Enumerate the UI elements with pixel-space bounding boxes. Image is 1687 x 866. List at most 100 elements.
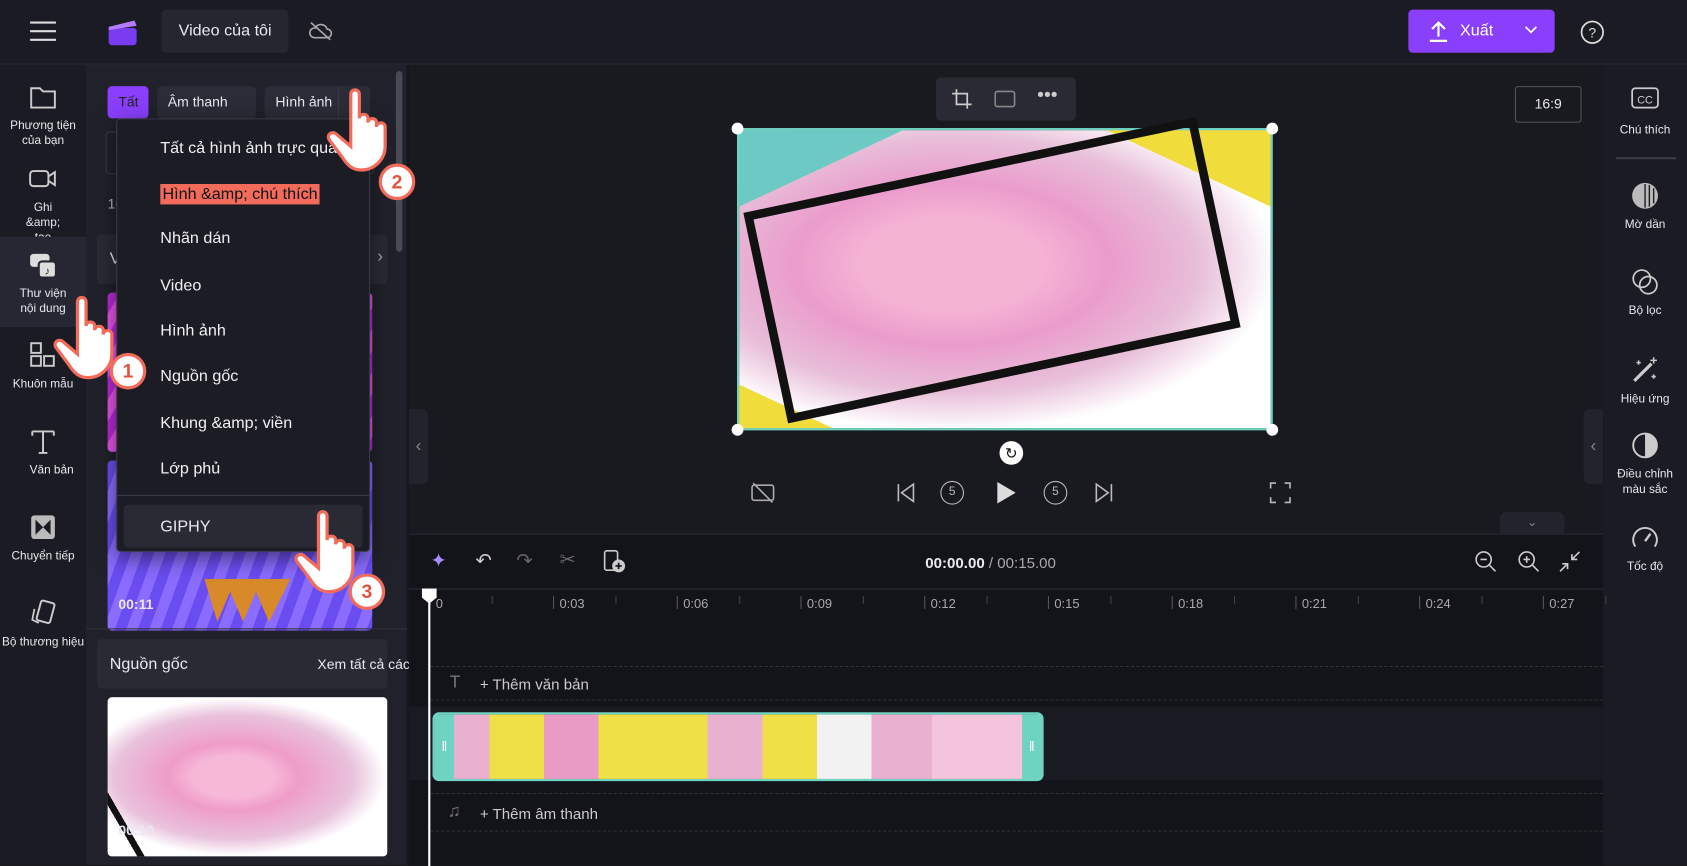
giphy-label: GIPHY — [160, 517, 211, 536]
resize-handle[interactable] — [1266, 423, 1279, 436]
pointer-hand-icon — [53, 295, 114, 380]
menu-item-backgrounds[interactable]: Nguồn gốc — [160, 367, 238, 385]
ruler-tick-mark — [676, 596, 678, 609]
ruler-tick-mark — [1419, 596, 1421, 609]
play-icon[interactable] — [994, 480, 1018, 506]
starburst — [204, 578, 291, 622]
redo-icon[interactable]: ↷ — [516, 550, 532, 573]
menu-item-shapes-annotations[interactable]: Hình &amp; chú thích — [160, 183, 320, 205]
aspect-ratio-button[interactable]: 16:9 — [1514, 86, 1582, 123]
fit-icon[interactable] — [994, 88, 1016, 110]
zoom-in-icon[interactable] — [1517, 550, 1541, 579]
property-color-adjust[interactable]: Điều chỉnh màu sắc — [1603, 430, 1687, 497]
right-nav: CC Chú thích Mờ dần Bộ lọc Hiệu ứng Điều … — [1603, 64, 1687, 866]
section2-title: Nguồn gốc — [109, 655, 188, 674]
nav-brand-kit[interactable]: Bộ thương hiệu — [0, 598, 86, 650]
ruler-minor-tick — [1110, 596, 1112, 604]
ruler-tick-label: 0:18 — [1178, 596, 1204, 612]
clip-trim-handle-left[interactable]: ‖ — [434, 714, 455, 779]
skip-forward-icon[interactable] — [1093, 482, 1115, 504]
video-clip[interactable]: ‖ ‖ — [432, 712, 1044, 782]
clip-trim-handle-right[interactable]: ‖ — [1022, 714, 1042, 779]
nav-record-create[interactable]: Ghi &amp; tạo — [0, 164, 86, 246]
ruler-tick-mark — [1047, 596, 1050, 609]
music-note-icon: ♫ — [447, 802, 461, 821]
ruler-tick-label: 0:21 — [1301, 596, 1327, 612]
ruler-minor-tick — [1481, 596, 1483, 604]
chevron-down-icon[interactable] — [1523, 25, 1538, 36]
nav-text[interactable]: Văn bản — [0, 426, 86, 478]
ruler-tick-label: 0:12 — [930, 596, 956, 612]
menu-item-overlays[interactable]: Lớp phủ — [160, 459, 220, 477]
thumbnail-3[interactable]: 00:10 — [107, 697, 388, 857]
audio-track[interactable]: ♫ + Thêm âm thanh — [430, 792, 1604, 832]
skip-back-icon[interactable] — [895, 482, 917, 504]
chevron-right-icon[interactable]: › — [377, 247, 383, 266]
crop-icon[interactable] — [951, 88, 973, 110]
add-audio-button[interactable]: + Thêm âm thanh — [480, 805, 598, 822]
export-label: Xuất — [1459, 21, 1494, 40]
property-label: Tốc độ — [1626, 560, 1664, 574]
property-filters[interactable]: Bộ lọc — [1603, 267, 1687, 319]
property-captions[interactable]: CC Chú thích — [1603, 86, 1687, 138]
property-fade[interactable]: Mờ dần — [1603, 181, 1687, 233]
property-speed[interactable]: Tốc độ — [1603, 523, 1687, 575]
property-label: Mờ dần — [1624, 218, 1666, 232]
content-library-icon: ♪ — [28, 250, 58, 280]
fullscreen-icon[interactable] — [1269, 482, 1292, 504]
undo-icon[interactable]: ↶ — [476, 550, 492, 573]
video-canvas[interactable] — [736, 116, 1273, 431]
panel-divider — [86, 628, 407, 630]
text-track-icon: T — [449, 673, 461, 692]
total-time: / 00:15.00 — [988, 554, 1056, 572]
project-title[interactable]: Video của tôi — [161, 9, 289, 53]
hamburger-icon[interactable] — [29, 19, 57, 43]
collapse-right-panel-button[interactable]: ‹ — [1583, 408, 1604, 485]
forward-5-icon[interactable]: 5 — [1043, 480, 1068, 505]
ruler-minor-tick — [615, 596, 617, 604]
property-label: Bộ lọc — [1628, 304, 1662, 318]
captions-off-icon[interactable] — [751, 482, 775, 504]
timeline: ✦ ↶ ↷ ✂ 00:00.00 / 00:15.00 0 0:03 0:06 0:0… — [408, 533, 1607, 866]
menu-item-frames-borders[interactable]: Khung &amp; viền — [160, 414, 292, 432]
resize-handle[interactable] — [731, 423, 744, 436]
ruler-tick-label: 0:15 — [1054, 596, 1080, 612]
brand-kit-icon — [28, 598, 58, 628]
collapse-preview-button[interactable]: ⌄ — [1499, 512, 1565, 534]
menu-item-images[interactable]: Hình ảnh — [160, 322, 226, 340]
export-button[interactable]: Xuất — [1408, 9, 1555, 53]
panel-scrollbar[interactable] — [395, 71, 403, 252]
add-text-button[interactable]: + Thêm văn bản — [480, 676, 589, 693]
ai-sparkle-icon[interactable]: ✦ — [430, 550, 446, 573]
resize-handle[interactable] — [1266, 122, 1279, 135]
cloud-off-icon[interactable] — [308, 19, 334, 43]
ruler: 0 0:03 0:06 0:09 0:12 0:15 0:18 0:21 0:24 0:27 — [408, 588, 1607, 621]
property-effects[interactable]: Hiệu ứng — [1603, 355, 1687, 407]
menu-item-stickers[interactable]: Nhãn dán — [160, 229, 230, 247]
cut-icon[interactable]: ✂ — [559, 549, 575, 572]
rotate-handle-icon[interactable]: ↻ — [999, 441, 1024, 465]
filter-audio[interactable]: Âm thanh — [157, 86, 257, 119]
text-track[interactable]: T + Thêm văn bản — [430, 665, 1604, 701]
add-media-icon[interactable] — [603, 550, 627, 574]
zoom-out-icon[interactable] — [1474, 550, 1498, 579]
nav-transitions[interactable]: Chuyển tiếp — [0, 512, 86, 564]
rewind-5-icon[interactable]: 5 — [940, 480, 965, 505]
playhead[interactable] — [428, 588, 431, 866]
ruler-tick-label: 0 — [435, 596, 443, 612]
help-icon[interactable]: ? — [1579, 19, 1605, 45]
menu-item-video[interactable]: Video — [160, 277, 201, 295]
property-label: Hiệu ứng — [1620, 392, 1670, 406]
filter-all[interactable]: Tất cả — [107, 86, 149, 119]
fit-timeline-icon[interactable] — [1558, 550, 1582, 579]
menu-item-all-visuals[interactable]: Tất cả hình ảnh trực quan — [160, 139, 346, 157]
nav-your-media[interactable]: Phương tiện của bạn — [0, 82, 86, 149]
ruler-minor-tick — [739, 596, 741, 604]
resize-handle[interactable] — [731, 122, 744, 135]
pointer-hand-icon — [326, 88, 387, 172]
color-adjust-icon — [1630, 430, 1660, 460]
ruler-tick-label: 0:24 — [1425, 596, 1451, 612]
cc-icon: CC — [1630, 86, 1660, 116]
more-icon[interactable]: ••• — [1037, 84, 1057, 107]
collapse-left-panel-button[interactable]: ‹ — [408, 408, 429, 485]
